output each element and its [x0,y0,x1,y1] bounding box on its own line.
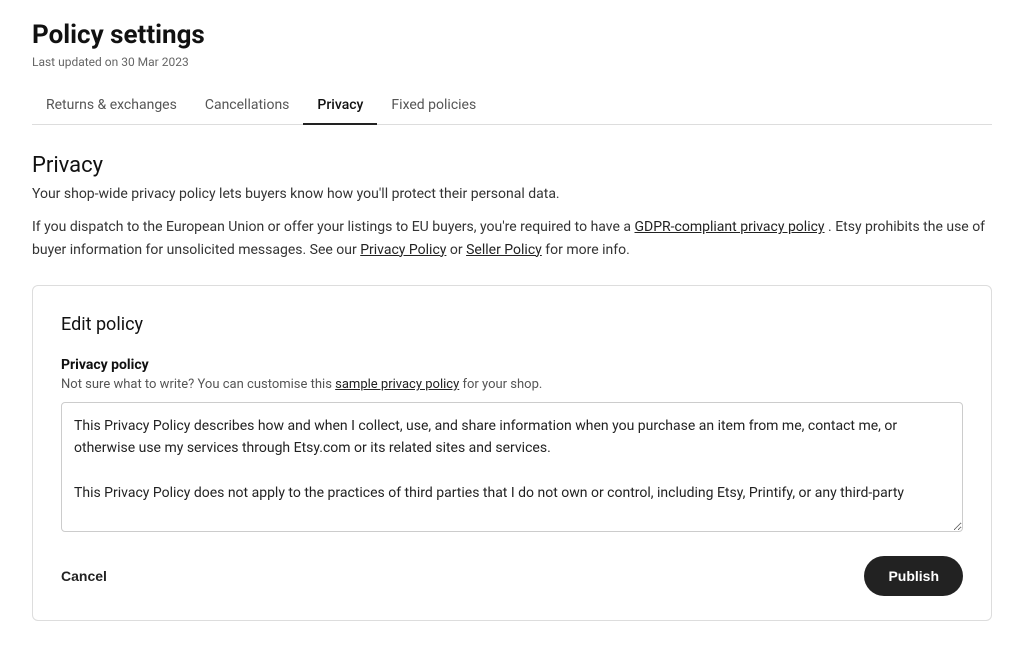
field-hint-suffix: for your shop. [462,377,542,392]
tab-privacy[interactable]: Privacy [303,87,377,125]
tab-returns[interactable]: Returns & exchanges [32,87,191,125]
info-text-3: or [450,242,463,258]
sample-privacy-link[interactable]: sample privacy policy [335,377,459,392]
privacy-info-text: If you dispatch to the European Union or… [32,216,992,261]
tabs-nav: Returns & exchanges Cancellations Privac… [32,87,992,125]
page-title: Policy settings [32,20,992,51]
privacy-section-desc: Your shop-wide privacy policy lets buyer… [32,186,992,202]
policy-textarea[interactable] [61,402,963,532]
gdpr-link[interactable]: GDPR-compliant privacy policy [635,219,825,235]
privacy-section-title: Privacy [32,153,992,178]
card-title: Edit policy [61,314,963,335]
privacy-policy-link[interactable]: Privacy Policy [360,242,446,258]
field-hint-prefix: Not sure what to write? You can customis… [61,377,332,392]
seller-policy-link[interactable]: Seller Policy [466,242,542,258]
card-footer: Cancel Publish [61,556,963,596]
tab-fixed[interactable]: Fixed policies [377,87,490,125]
privacy-policy-field: Privacy policy Not sure what to write? Y… [61,357,963,536]
field-hint: Not sure what to write? You can customis… [61,377,963,392]
last-updated-text: Last updated on 30 Mar 2023 [32,55,992,69]
cancel-button[interactable]: Cancel [61,560,107,592]
publish-button[interactable]: Publish [864,556,963,596]
info-text-1: If you dispatch to the European Union or… [32,219,631,235]
edit-policy-card: Edit policy Privacy policy Not sure what… [32,285,992,621]
field-label: Privacy policy [61,357,963,373]
info-text-4: for more info. [545,242,630,258]
tab-cancellations[interactable]: Cancellations [191,87,304,125]
